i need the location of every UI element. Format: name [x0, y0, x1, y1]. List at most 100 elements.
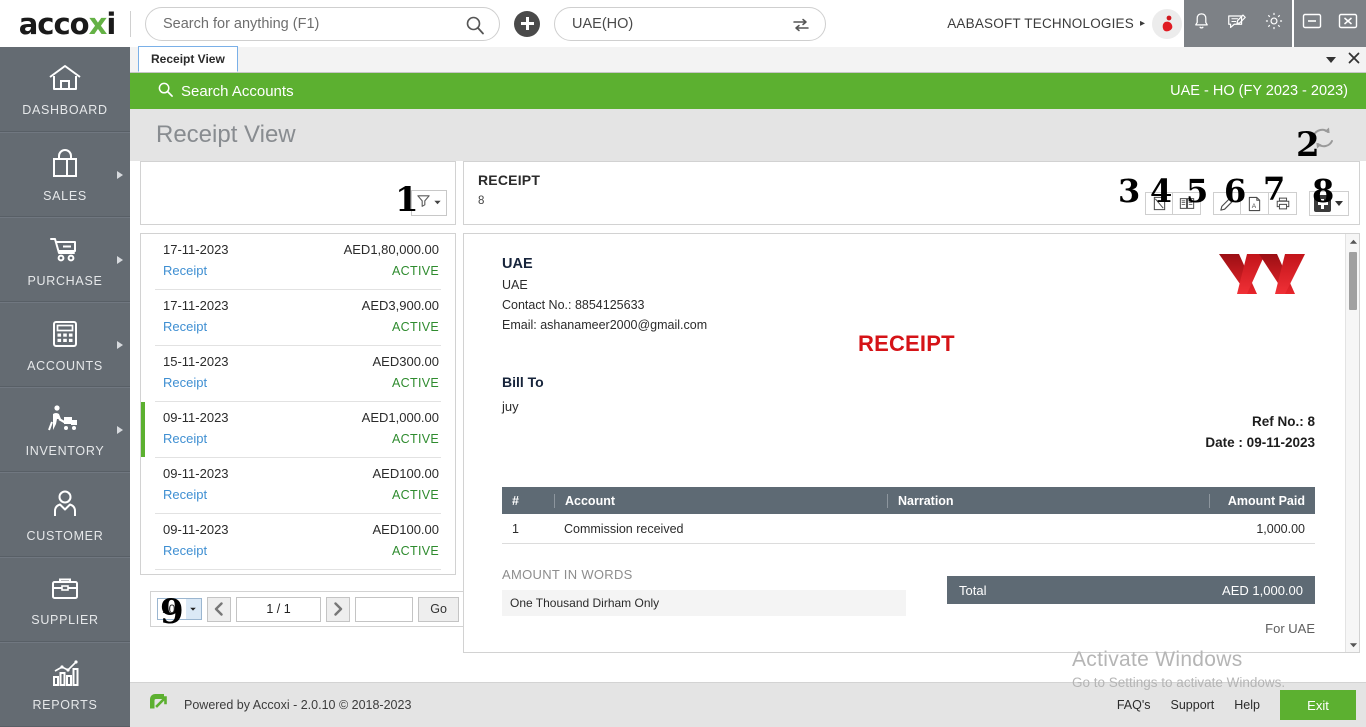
chevron-right-icon[interactable] [117, 425, 123, 434]
chevron-right-icon[interactable] [117, 170, 123, 179]
tab-receipt-view[interactable]: Receipt View [138, 46, 238, 72]
sidebar-item-sales[interactable]: SALES [0, 132, 130, 217]
edit-pencil-icon[interactable] [1213, 192, 1241, 215]
item-date: 17-11-2023 [163, 298, 229, 313]
close-icon[interactable] [1348, 51, 1360, 69]
item-type[interactable]: Receipt [163, 487, 207, 502]
sidebar-item-label: SUPPLIER [31, 612, 99, 627]
status-badge: ACTIVE [392, 432, 439, 446]
item-type[interactable]: Receipt [163, 319, 207, 334]
refresh-icon[interactable] [1308, 123, 1338, 158]
document-type-title: RECEIPT [478, 172, 541, 188]
chevron-down-icon[interactable] [1335, 201, 1343, 206]
list-item[interactable]: 17-11-2023 AED3,900.00 Receipt ACTIVE [155, 290, 441, 346]
doc-date: Date : 09-11-2023 [1205, 435, 1315, 450]
total-value: AED 1,000.00 [1222, 582, 1303, 598]
chevron-right-icon[interactable] [117, 255, 123, 264]
footer-brand: Powered by Accoxi - 2.0.10 © 2018-2023 [146, 690, 411, 721]
app-logo-text: accoxi [18, 6, 117, 41]
chevron-right-icon[interactable]: ▸ [1140, 18, 1145, 29]
list-item[interactable]: 09-11-2023 AED100.00 Receipt ACTIVE [155, 458, 441, 514]
sidebar-item-inventory[interactable]: INVENTORY [0, 387, 130, 472]
sidebar-item-label: REPORTS [32, 697, 98, 712]
sidebar-item-dashboard[interactable]: DASHBOARD [0, 47, 130, 132]
document-scrollbar[interactable] [1345, 234, 1359, 652]
page-size-select[interactable]: 10 [157, 598, 202, 620]
footer-link-help[interactable]: Help [1234, 698, 1260, 712]
window-controls [1292, 0, 1366, 47]
branch-selector[interactable]: UAE(HO) [554, 6, 826, 41]
list-item-selected[interactable]: 09-11-2023 AED1,000.00 Receipt ACTIVE [141, 402, 441, 458]
receipt-document: UAE UAE Contact No.: 8854125633 Email: a… [464, 234, 1345, 652]
add-new-document-button[interactable] [1309, 191, 1349, 216]
status-badge: ACTIVE [392, 488, 439, 502]
amount-in-words-label: AMOUNT IN WORDS [502, 567, 633, 582]
pdf-icon[interactable]: A [1241, 192, 1269, 215]
item-type[interactable]: Receipt [163, 375, 207, 390]
sidebar-item-customer[interactable]: CUSTOMER [0, 472, 130, 557]
sidebar-item-label: INVENTORY [25, 443, 105, 458]
sidebar-item-supplier[interactable]: SUPPLIER [0, 557, 130, 642]
list-item[interactable]: 17-11-2023 AED1,80,000.00 Receipt ACTIVE [155, 234, 441, 290]
w-logo-icon [1217, 252, 1307, 303]
item-type[interactable]: Receipt [163, 431, 207, 446]
cell-account: Commission received [564, 521, 684, 536]
page-header: Receipt View [130, 109, 1366, 161]
message-icon[interactable] [1226, 11, 1248, 37]
receipt-list[interactable]: 17-11-2023 AED1,80,000.00 Receipt ACTIVE 1… [140, 233, 456, 575]
sidebar-item-accounts[interactable]: ACCOUNTS [0, 302, 130, 387]
page-indicator: 1 / 1 [235, 596, 322, 622]
bell-icon[interactable] [1191, 11, 1212, 37]
company-area[interactable]: AABASOFT TECHNOLOGIES ▸ [947, 0, 1184, 47]
switch-branch-icon[interactable] [791, 16, 811, 39]
scroll-up-button[interactable] [1346, 234, 1359, 249]
search-input[interactable] [146, 15, 446, 32]
footer: Powered by Accoxi - 2.0.10 © 2018-2023 F… [130, 682, 1366, 727]
list-item[interactable]: 09-11-2023 AED100.00 Receipt ACTIVE [155, 514, 441, 570]
sidebar-item-purchase[interactable]: PURCHASE [0, 217, 130, 302]
chevron-down-icon [433, 194, 442, 212]
go-button[interactable]: Go [418, 596, 459, 622]
note-icon[interactable] [1145, 192, 1173, 215]
item-type[interactable]: Receipt [163, 543, 207, 558]
document-header: RECEIPT 8 A [463, 161, 1360, 225]
document-body: UAE UAE Contact No.: 8854125633 Email: a… [463, 233, 1360, 653]
ledger-book-icon[interactable] [1173, 192, 1201, 215]
home-icon [45, 61, 85, 100]
receipt-document-title: RECEIPT [858, 331, 955, 356]
plus-square-icon [1314, 195, 1331, 212]
exit-button[interactable]: Exit [1280, 690, 1356, 720]
global-search[interactable] [145, 6, 500, 41]
close-icon[interactable] [1337, 10, 1359, 37]
gear-icon[interactable] [1263, 10, 1285, 37]
avatar[interactable] [1152, 8, 1182, 39]
filter-button[interactable] [411, 190, 447, 216]
chevron-right-icon[interactable] [117, 340, 123, 349]
item-type[interactable]: Receipt [163, 263, 207, 278]
footer-link-support[interactable]: Support [1171, 698, 1215, 712]
main-area: Receipt View Search Accounts UAE - HO (F… [130, 46, 1366, 727]
footer-link-faq[interactable]: FAQ's [1117, 698, 1151, 712]
minimize-icon[interactable] [1301, 10, 1323, 37]
org-name: UAE [502, 256, 533, 272]
fiscal-year-label: UAE - HO (FY 2023 - 2023) [1170, 83, 1348, 99]
sidebar-item-label: SALES [43, 188, 87, 203]
scroll-down-button[interactable] [1346, 637, 1359, 652]
add-new-button[interactable] [514, 10, 540, 37]
print-icon[interactable] [1269, 192, 1297, 215]
sidebar-item-reports[interactable]: REPORTS [0, 642, 130, 727]
pagination-bar: 10 1 / 1 Go [150, 591, 466, 627]
org-country: UAE [502, 278, 528, 292]
goto-page-input[interactable] [355, 596, 414, 622]
cell-amount: 1,000.00 [1256, 521, 1305, 536]
search-accounts-button[interactable]: Search Accounts [158, 82, 294, 101]
calculator-icon [48, 317, 82, 356]
prev-page-button[interactable] [206, 596, 231, 622]
next-page-button[interactable] [326, 596, 351, 622]
scrollbar-thumb[interactable] [1349, 252, 1357, 310]
document-toolbar: A [1145, 191, 1349, 216]
column-header-account: Account [554, 493, 887, 508]
chevron-down-icon[interactable] [1326, 57, 1336, 63]
funnel-filter-icon [416, 193, 431, 213]
list-item[interactable]: 15-11-2023 AED300.00 Receipt ACTIVE [155, 346, 441, 402]
